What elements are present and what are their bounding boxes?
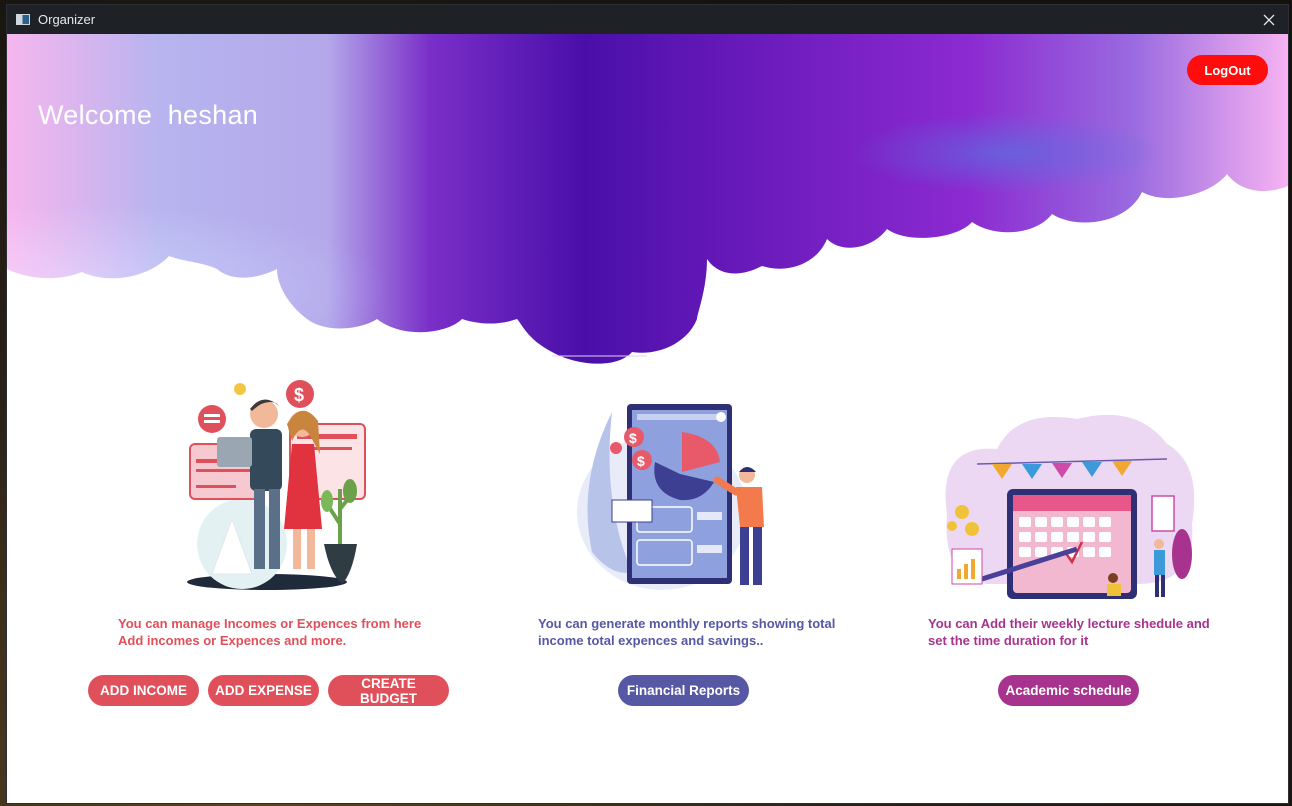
window-title: Organizer — [38, 12, 96, 27]
financial-report-illustration: $ $ — [577, 404, 764, 590]
close-button[interactable] — [1256, 5, 1282, 34]
svg-text:$: $ — [294, 385, 304, 405]
income-expense-description: You can manage Incomes or Expences from … — [118, 616, 422, 648]
create-budget-button[interactable]: CREATE BUDGET — [328, 675, 449, 706]
app-window: Organizer Welcome heshan LogOut $ $ $ Yo… — [6, 4, 1289, 804]
welcome-heading: Welcome heshan — [38, 100, 259, 130]
financial-reports-button[interactable]: Financial Reports — [618, 675, 749, 706]
main-content: Welcome heshan LogOut $ $ $ You can mana… — [7, 34, 1288, 803]
svg-text:$: $ — [629, 430, 637, 446]
calendar-schedule-illustration — [945, 414, 1195, 599]
close-icon — [1263, 14, 1275, 25]
title-bar[interactable]: Organizer — [7, 5, 1288, 34]
people-finance-illustration: $ — [187, 380, 366, 590]
academic-schedule-button[interactable]: Academic schedule — [998, 675, 1139, 706]
add-expense-button[interactable]: ADD EXPENSE — [208, 675, 319, 706]
schedule-description: You can Add their weekly lecture shedule… — [928, 616, 1210, 648]
logout-button[interactable]: LogOut — [1187, 55, 1268, 85]
app-window-icon — [16, 14, 30, 25]
reports-description: You can generate monthly reports showing… — [538, 616, 836, 648]
add-income-button[interactable]: ADD INCOME — [88, 675, 199, 706]
hero-cloud-banner — [7, 34, 1288, 374]
svg-text:$: $ — [637, 453, 645, 469]
